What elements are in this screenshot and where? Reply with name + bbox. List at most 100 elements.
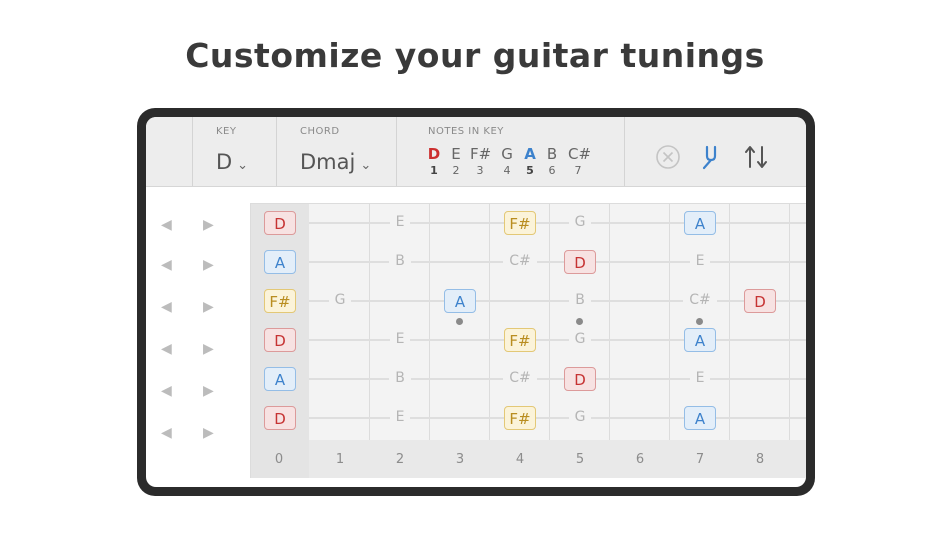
fret-line	[789, 204, 790, 440]
scale-note-text: E	[389, 409, 411, 425]
key-note: G	[501, 145, 513, 163]
tune-up-arrow-icon[interactable]: ▶	[203, 383, 214, 399]
toolbar: KEY D ⌄ CHORD Dmaj ⌄ NOTES IN KEY D 1 E 2 F# 3 G…	[146, 117, 806, 187]
fifth-note-marker[interactable]: A	[684, 328, 716, 352]
fret-line	[369, 204, 370, 440]
scale-note-label[interactable]: B	[550, 292, 610, 308]
string-tuning-controls: ◀ ▶ ◀ ▶ ◀ ▶ ◀ ▶ ◀ ▶ ◀ ▶	[146, 187, 250, 487]
chord-label: CHORD	[300, 126, 340, 137]
open-string-note[interactable]: F#	[264, 289, 296, 313]
scale-note-label[interactable]: G	[550, 331, 610, 347]
key-note: C#	[568, 145, 592, 163]
root-note-marker[interactable]: D	[564, 367, 596, 391]
key-note: E	[451, 145, 461, 163]
fret-number: 7	[695, 452, 705, 467]
fretboard: 0 1 2 3 4 5 6 7 8 D E F# G A A B C# D E F# G A B C# D D E F# G A A B C# D…	[250, 203, 806, 478]
fifth-note-marker[interactable]: A	[684, 406, 716, 430]
open-string-note[interactable]: A	[264, 250, 296, 274]
scale-note-label[interactable]: B	[370, 370, 430, 386]
fret-inlay-dot	[696, 318, 703, 325]
key-degree: 1	[430, 164, 438, 177]
tune-up-arrow-icon[interactable]: ▶	[203, 217, 214, 233]
fret-line	[549, 204, 550, 440]
tune-down-arrow-icon[interactable]: ◀	[161, 217, 172, 233]
tune-down-arrow-icon[interactable]: ◀	[161, 383, 172, 399]
clear-icon[interactable]	[654, 143, 682, 171]
scale-note-label[interactable]: C#	[490, 370, 550, 386]
tune-up-arrow-icon[interactable]: ▶	[203, 425, 214, 441]
root-note-marker[interactable]: D	[744, 289, 776, 313]
fret-number: 2	[395, 452, 405, 467]
root-note-marker[interactable]: D	[564, 250, 596, 274]
tune-down-arrow-icon[interactable]: ◀	[161, 425, 172, 441]
device-frame: KEY D ⌄ CHORD Dmaj ⌄ NOTES IN KEY D 1 E 2 F# 3 G…	[137, 108, 815, 496]
scale-note-label[interactable]: E	[370, 331, 430, 347]
notes-in-key-label: NOTES IN KEY	[428, 126, 504, 137]
chord-selector[interactable]: Dmaj ⌄	[300, 150, 371, 174]
fret-number: 5	[575, 452, 585, 467]
headline: Customize your guitar tunings	[185, 36, 765, 75]
scale-note-text: C#	[503, 370, 537, 386]
open-string-note[interactable]: D	[264, 211, 296, 235]
tuning-fork-icon[interactable]	[697, 143, 725, 171]
key-note: F#	[470, 145, 492, 163]
key-value: D	[216, 150, 233, 174]
tune-down-arrow-icon[interactable]: ◀	[161, 299, 172, 315]
third-note-marker[interactable]: F#	[504, 211, 536, 235]
third-note-marker[interactable]: F#	[504, 406, 536, 430]
fifth-note-marker[interactable]: A	[684, 211, 716, 235]
scale-note-text: E	[389, 331, 411, 347]
scale-note-label[interactable]: E	[370, 214, 430, 230]
scale-note-text: B	[389, 253, 411, 269]
open-string-note[interactable]: D	[264, 406, 296, 430]
fret-inlay-dot	[456, 318, 463, 325]
scale-note-label[interactable]: C#	[670, 292, 730, 308]
key-degree: 4	[503, 164, 511, 177]
fret-number: 0	[274, 452, 284, 467]
scale-note-label[interactable]: G	[310, 292, 370, 308]
key-degree: 2	[452, 164, 460, 177]
key-degree: 6	[548, 164, 556, 177]
app-screen: KEY D ⌄ CHORD Dmaj ⌄ NOTES IN KEY D 1 E 2 F# 3 G…	[146, 117, 806, 487]
tune-up-arrow-icon[interactable]: ▶	[203, 299, 214, 315]
fret-number: 3	[455, 452, 465, 467]
scale-note-text: B	[569, 292, 591, 308]
tune-down-arrow-icon[interactable]: ◀	[161, 257, 172, 273]
third-note-marker[interactable]: F#	[504, 328, 536, 352]
fret-line	[609, 204, 610, 440]
scale-note-label[interactable]: G	[550, 409, 610, 425]
fret-line	[429, 204, 430, 440]
fret-line	[729, 204, 730, 440]
scale-note-label[interactable]: B	[370, 253, 430, 269]
tune-down-arrow-icon[interactable]: ◀	[161, 341, 172, 357]
tune-up-arrow-icon[interactable]: ▶	[203, 257, 214, 273]
key-label: KEY	[216, 126, 237, 137]
chord-value: Dmaj	[300, 150, 356, 174]
tune-up-arrow-icon[interactable]: ▶	[203, 341, 214, 357]
scale-note-text: G	[568, 214, 592, 230]
scale-note-text: E	[689, 370, 711, 386]
key-note: D	[427, 145, 441, 163]
scale-note-text: G	[568, 409, 592, 425]
open-string-note[interactable]: D	[264, 328, 296, 352]
chevron-down-icon: ⌄	[360, 158, 372, 173]
fret-number: 6	[635, 452, 645, 467]
scale-note-label[interactable]: E	[370, 409, 430, 425]
swap-icon[interactable]	[742, 143, 770, 171]
fret-inlay-dot	[576, 318, 583, 325]
key-degree: 7	[574, 164, 582, 177]
scale-note-label[interactable]: C#	[490, 253, 550, 269]
open-string-note[interactable]: A	[264, 367, 296, 391]
scale-note-label[interactable]: E	[670, 253, 730, 269]
fret-number: 1	[335, 452, 345, 467]
fret-number: 4	[515, 452, 525, 467]
key-note: A	[524, 145, 536, 163]
scale-note-text: E	[689, 253, 711, 269]
fifth-note-marker[interactable]: A	[444, 289, 476, 313]
scale-note-label[interactable]: E	[670, 370, 730, 386]
key-selector[interactable]: D ⌄	[216, 150, 248, 174]
scale-note-text: G	[568, 331, 592, 347]
fret-line	[669, 204, 670, 440]
scale-note-label[interactable]: G	[550, 214, 610, 230]
scale-note-text: E	[389, 214, 411, 230]
